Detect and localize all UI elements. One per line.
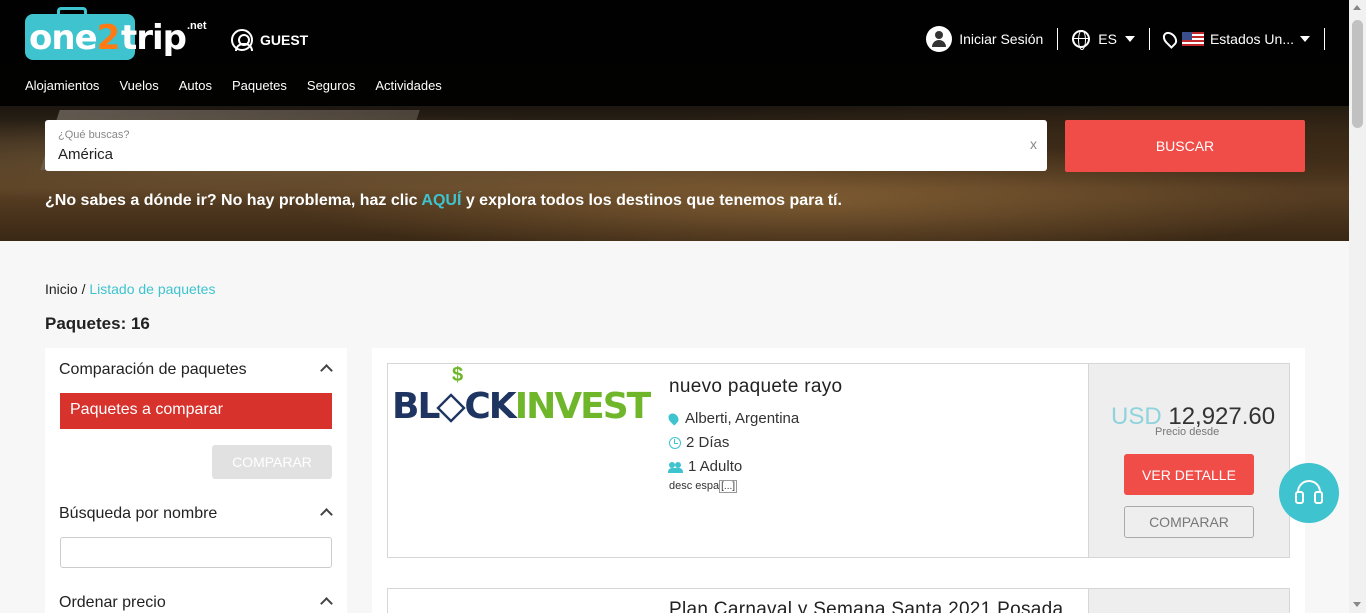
- location-pin-icon: [1160, 29, 1180, 49]
- logo-text-one: one: [29, 18, 98, 58]
- name-search-title[interactable]: Búsqueda por nombre: [59, 505, 217, 523]
- name-search-field[interactable]: [60, 537, 332, 568]
- country-selector[interactable]: Estados Un...: [1150, 28, 1325, 50]
- dollar-symbol: $: [452, 364, 464, 386]
- package-logo[interactable]: $ BL CKINVEST: [392, 364, 660, 444]
- filters-sidebar: Comparación de paquetes Paquetes a compa…: [45, 348, 347, 613]
- results-count: Paquetes: 16: [45, 314, 150, 333]
- clock-icon: [669, 436, 681, 449]
- package-title[interactable]: Plan Carnaval y Semana Santa 2021 Posada: [669, 599, 1063, 613]
- compare-button[interactable]: COMPARAR: [212, 445, 332, 479]
- search-value[interactable]: América: [58, 146, 113, 163]
- scrollbar-thumb[interactable]: [1352, 20, 1363, 128]
- package-description-text: desc espa: [669, 480, 720, 492]
- breadcrumb-home[interactable]: Inicio: [45, 281, 78, 297]
- explore-hint: ¿No sabes a dónde ir? No hay problema, h…: [45, 192, 842, 210]
- hint-text-before: ¿No sabes a dónde ir? No hay problema, h…: [45, 192, 422, 209]
- chevron-up-icon[interactable]: [320, 508, 333, 521]
- scroll-up-icon[interactable]: [1353, 5, 1361, 10]
- compare-package-button[interactable]: COMPARAR: [1124, 506, 1254, 538]
- breadcrumb-separator: /: [81, 281, 86, 297]
- login-label: Iniciar Sesión: [959, 31, 1044, 47]
- package-guests-text: 1 Adulto: [688, 458, 743, 475]
- logo-text-trip: trip: [121, 18, 187, 58]
- login-link[interactable]: Iniciar Sesión: [926, 26, 1059, 52]
- people-icon: [668, 461, 683, 473]
- read-more-link[interactable]: [...]: [719, 480, 738, 493]
- package-guests: 1 Adulto: [668, 458, 743, 475]
- price-panel: USD 12,927.60 Precio desde VER DETALLE C…: [1088, 364, 1289, 557]
- support-chat-button[interactable]: [1279, 463, 1339, 523]
- country-value: Estados Un...: [1209, 31, 1294, 47]
- package-location: Alberti, Argentina: [666, 410, 800, 427]
- compare-section-title[interactable]: Comparación de paquetes: [59, 361, 247, 379]
- globe-icon: [1072, 30, 1091, 50]
- page-scrollbar[interactable]: [1349, 0, 1366, 613]
- chevron-up-icon[interactable]: [320, 597, 333, 610]
- scroll-down-icon[interactable]: [1353, 602, 1361, 607]
- search-label: ¿Qué buscas?: [58, 129, 130, 141]
- caret-down-icon: [1300, 36, 1310, 42]
- logo-tld: .net: [187, 20, 207, 32]
- language-value: ES: [1098, 31, 1117, 47]
- chevron-up-icon[interactable]: [320, 364, 333, 377]
- package-duration: 2 Días: [669, 434, 729, 451]
- caret-down-icon: [1124, 36, 1135, 42]
- view-detail-button[interactable]: VER DETALLE: [1124, 454, 1254, 495]
- location-pin-icon: [666, 411, 681, 426]
- us-flag-icon: [1181, 32, 1204, 46]
- language-selector[interactable]: ES: [1058, 28, 1150, 50]
- logo-text-ck: CK: [464, 386, 516, 427]
- explore-link[interactable]: AQUÍ: [421, 192, 461, 209]
- package-duration-text: 2 Días: [686, 434, 730, 451]
- price-panel: [1088, 589, 1289, 613]
- nav-item-autos[interactable]: Autos: [179, 78, 212, 93]
- logo-text-invest: INVEST: [514, 386, 651, 427]
- guest-indicator[interactable]: GUEST: [231, 29, 308, 51]
- brand-logo[interactable]: one2 trip .net: [25, 7, 215, 66]
- headset-icon: [1295, 480, 1323, 504]
- main-navigation: Alojamientos Vuelos Autos Paquetes Segur…: [25, 78, 442, 93]
- package-location-text: Alberti, Argentina: [685, 410, 800, 427]
- logo-text-bl: BL: [392, 386, 440, 427]
- price-label: Precio desde: [1155, 426, 1220, 438]
- compare-list-header: Paquetes a comparar: [60, 393, 332, 429]
- price-order-title[interactable]: Ordenar precio: [59, 594, 166, 612]
- clear-search-icon[interactable]: x: [1030, 136, 1037, 152]
- package-card: $ BL CKINVEST nuevo paquete rayo Alberti,…: [387, 363, 1290, 558]
- nav-item-paquetes[interactable]: Paquetes: [232, 78, 287, 93]
- logo-text-two: 2: [96, 18, 121, 58]
- header-actions: Iniciar Sesión ES Estados Un...: [926, 24, 1325, 54]
- package-results: $ BL CKINVEST nuevo paquete rayo Alberti,…: [372, 348, 1305, 613]
- package-description: desc espa [...]: [669, 480, 738, 493]
- nav-item-seguros[interactable]: Seguros: [307, 78, 355, 93]
- hint-text-after: y explora todos los destinos que tenemos…: [461, 192, 842, 209]
- search-input[interactable]: ¿Qué buscas? América x: [45, 120, 1047, 171]
- breadcrumb: Inicio / Listado de paquetes: [45, 281, 215, 297]
- guest-label: GUEST: [260, 32, 309, 48]
- user-outline-icon: [231, 29, 253, 51]
- box-icon: [436, 393, 467, 423]
- package-card: Plan Carnaval y Semana Santa 2021 Posada: [387, 588, 1290, 613]
- nav-item-vuelos[interactable]: Vuelos: [119, 78, 158, 93]
- nav-item-actividades[interactable]: Actividades: [375, 78, 441, 93]
- package-title[interactable]: nuevo paquete rayo: [669, 376, 842, 398]
- nav-item-alojamientos[interactable]: Alojamientos: [25, 78, 99, 93]
- search-button[interactable]: BUSCAR: [1065, 120, 1305, 172]
- user-avatar-icon: [926, 26, 953, 52]
- breadcrumb-current[interactable]: Listado de paquetes: [89, 281, 215, 297]
